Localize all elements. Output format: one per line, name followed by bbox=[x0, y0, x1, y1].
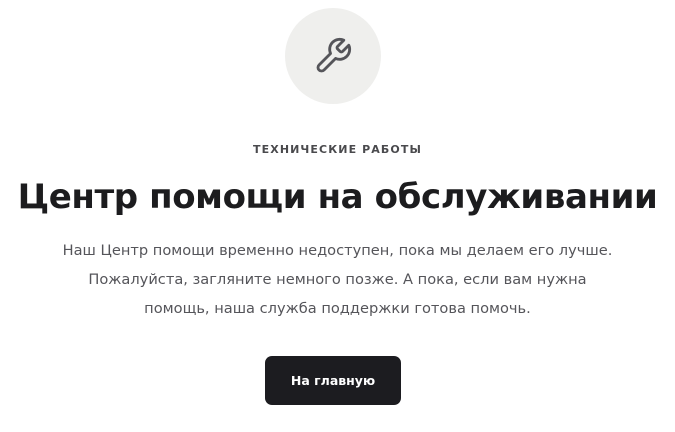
description-line: помощь, наша служба поддержки готова пом… bbox=[144, 300, 531, 317]
maintenance-description: Наш Центр помощи временно недоступен, по… bbox=[0, 236, 675, 323]
description-line: Наш Центр помощи временно недоступен, по… bbox=[62, 242, 613, 259]
page-title: Центр помощи на обслуживании bbox=[17, 177, 658, 217]
description-line: Пожалуйста, загляните немного позже. А п… bbox=[88, 271, 587, 288]
maintenance-page: ТЕХНИЧЕСКИЕ РАБОТЫ Центр помощи на обслу… bbox=[0, 0, 675, 432]
wrench-icon bbox=[313, 36, 353, 76]
home-button[interactable]: На главную bbox=[265, 356, 401, 405]
icon-badge bbox=[285, 8, 381, 104]
maintenance-label: ТЕХНИЧЕСКИЕ РАБОТЫ bbox=[253, 143, 422, 156]
